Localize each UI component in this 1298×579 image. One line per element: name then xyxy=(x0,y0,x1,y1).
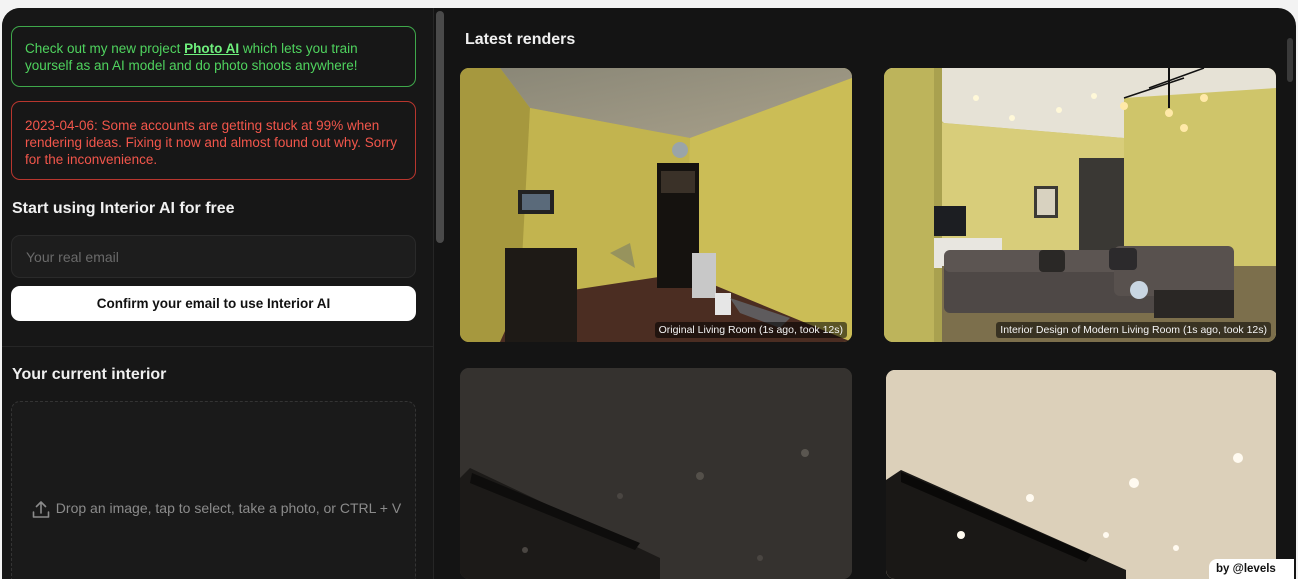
sidebar: Check out my new project Photo AI which … xyxy=(2,8,434,579)
render-card[interactable] xyxy=(886,370,1278,579)
render-image xyxy=(460,368,852,579)
render-image xyxy=(886,370,1276,579)
main-scrollbar-thumb[interactable] xyxy=(1287,38,1293,82)
notice-prefix: Check out my new project xyxy=(25,41,185,56)
image-dropzone[interactable]: Drop an image, tap to select, take a pho… xyxy=(11,401,416,579)
render-card[interactable] xyxy=(460,368,852,579)
levels-badge-text: by @levels xyxy=(1216,563,1276,575)
dropzone-text: Drop an image, tap to select, take a pho… xyxy=(55,500,402,516)
levels-badge[interactable]: by @levels xyxy=(1209,559,1294,579)
render-card[interactable]: Interior Design of Modern Living Room (1… xyxy=(884,68,1276,342)
render-card[interactable]: Original Living Room (1s ago, took 12s) xyxy=(460,68,852,342)
latest-renders-title: Latest renders xyxy=(465,31,576,48)
email-input[interactable] xyxy=(11,235,416,278)
photo-ai-notice: Check out my new project Photo AI which … xyxy=(11,26,416,87)
app-window: Check out my new project Photo AI which … xyxy=(2,8,1296,579)
render-image xyxy=(884,68,1276,342)
confirm-email-button[interactable]: Confirm your email to use Interior AI xyxy=(11,286,416,321)
render-caption: Interior Design of Modern Living Room (1… xyxy=(996,322,1271,338)
sidebar-divider xyxy=(2,346,434,347)
outage-notice: 2023-04-06: Some accounts are getting st… xyxy=(11,101,416,180)
sidebar-scrollbar-thumb[interactable] xyxy=(436,11,444,243)
render-caption: Original Living Room (1s ago, took 12s) xyxy=(654,322,847,338)
render-image xyxy=(460,68,852,342)
current-interior-title: Your current interior xyxy=(12,366,167,383)
signup-title: Start using Interior AI for free xyxy=(12,200,235,217)
photo-ai-link[interactable]: Photo AI xyxy=(184,41,239,56)
renders-panel: Latest renders Original Living Room (1s … xyxy=(446,8,1296,579)
